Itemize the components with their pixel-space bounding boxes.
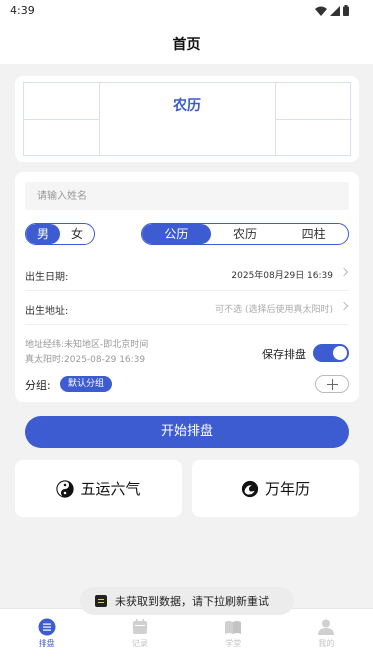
birth-date-row[interactable]: 出生日期: 2025年08月29日 16:39 bbox=[25, 258, 349, 291]
calendar-type-four-pillars[interactable]: 四柱 bbox=[279, 224, 348, 244]
save-chart-switch[interactable] bbox=[313, 344, 349, 362]
tab-paipan[interactable]: 排盘 bbox=[0, 609, 93, 660]
calendar-card: 农历 bbox=[15, 76, 359, 162]
feature-label: 五运六气 bbox=[80, 480, 141, 498]
feature-perpetual-calendar[interactable]: 万年历 bbox=[192, 460, 359, 517]
gender-toggle[interactable]: 男 女 bbox=[25, 223, 95, 245]
swirl-icon bbox=[241, 480, 259, 497]
calendar-grid: 农历 bbox=[23, 82, 352, 156]
battery-icon bbox=[343, 5, 349, 16]
address-coordinates-text: 地址经纬:未知地区-即北京时间 bbox=[25, 340, 149, 350]
gender-male-option[interactable]: 男 bbox=[26, 224, 60, 244]
group-label: 分组: bbox=[25, 379, 51, 392]
tab-school[interactable]: 学堂 bbox=[187, 609, 280, 660]
group-chip[interactable]: 默认分组 bbox=[60, 376, 113, 392]
birth-date-label: 出生日期: bbox=[25, 272, 69, 283]
birth-form-card: 男 女 公历 农历 四柱 出生日期: 2025年08月29日 16:39 出生地… bbox=[15, 172, 359, 402]
chevron-right-icon bbox=[339, 267, 349, 277]
add-group-button[interactable] bbox=[315, 375, 349, 393]
list-icon bbox=[38, 618, 56, 636]
save-chart-label: 保存排盘 bbox=[262, 348, 306, 361]
calendar-type-toggle[interactable]: 公历 农历 四柱 bbox=[141, 223, 349, 245]
user-icon bbox=[318, 619, 335, 635]
calendar-type-lunar[interactable]: 农历 bbox=[211, 224, 280, 244]
feature-label: 万年历 bbox=[264, 480, 310, 498]
birth-date-value: 2025年08月29日 16:39 bbox=[231, 271, 333, 281]
feature-wuyun-liuqi[interactable]: 五运六气 bbox=[15, 460, 182, 517]
address-info: 地址经纬:未知地区-即北京时间 真太阳时:2025-08-29 16:39 bbox=[25, 338, 148, 368]
book-icon bbox=[225, 621, 242, 634]
tab-label: 我的 bbox=[318, 639, 335, 648]
tab-label: 学堂 bbox=[225, 639, 242, 648]
true-solar-time-text: 真太阳时:2025-08-29 16:39 bbox=[25, 355, 146, 365]
status-time: 4:39 bbox=[10, 4, 35, 17]
toast-text: 未获取到数据，请下拉刷新重试 bbox=[115, 595, 269, 608]
start-chart-button[interactable]: 开始排盘 bbox=[25, 416, 349, 448]
tab-label: 排盘 bbox=[38, 639, 55, 648]
tab-profile[interactable]: 我的 bbox=[280, 609, 373, 660]
page-title: 首页 bbox=[172, 37, 201, 53]
calendar-type-solar[interactable]: 公历 bbox=[142, 224, 211, 244]
wifi-icon bbox=[315, 6, 327, 16]
calendar-icon bbox=[132, 619, 147, 634]
status-icons bbox=[315, 5, 349, 16]
name-input[interactable] bbox=[25, 182, 349, 210]
gender-female-option[interactable]: 女 bbox=[60, 224, 94, 244]
nav-bar: 首页 bbox=[0, 24, 373, 64]
tab-label: 记录 bbox=[131, 639, 148, 648]
tab-records[interactable]: 记录 bbox=[93, 609, 186, 660]
yin-yang-icon bbox=[56, 479, 75, 498]
bottom-tab-bar: 排盘 记录 学堂 我的 bbox=[0, 608, 373, 660]
toast-message: 未获取到数据，请下拉刷新重试 bbox=[80, 587, 294, 615]
switch-knob bbox=[333, 346, 347, 360]
birth-place-value: 可不选 (选择后使用真太阳时) bbox=[215, 305, 333, 315]
app-icon bbox=[95, 595, 107, 607]
status-bar: 4:39 bbox=[0, 0, 373, 24]
chevron-right-icon bbox=[339, 301, 349, 311]
birth-place-row[interactable]: 出生地址: 可不选 (选择后使用真太阳时) bbox=[25, 292, 349, 325]
birth-place-label: 出生地址: bbox=[25, 306, 69, 317]
calendar-title: 农历 bbox=[173, 98, 201, 114]
signal-icon bbox=[330, 5, 340, 16]
